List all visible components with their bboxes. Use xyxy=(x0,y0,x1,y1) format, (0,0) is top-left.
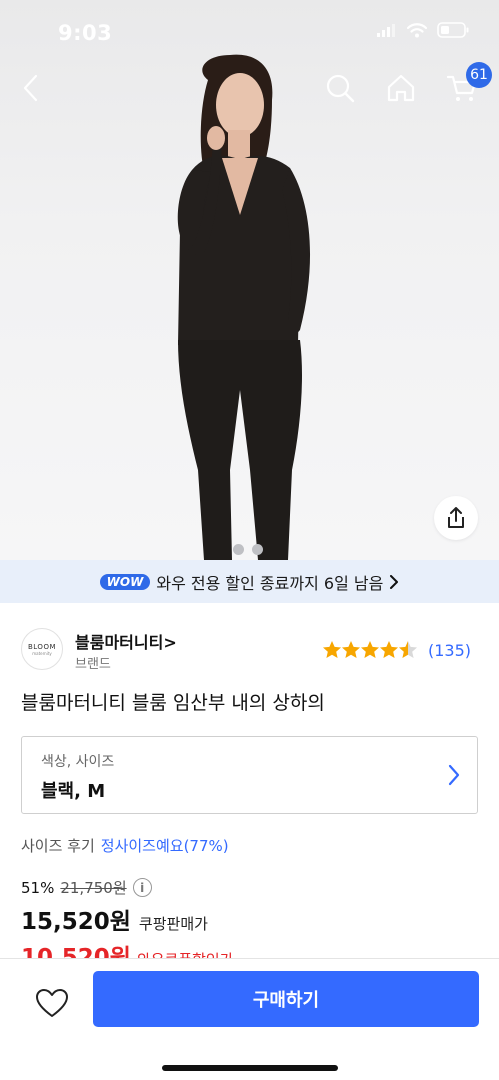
size-review[interactable]: 사이즈 후기 정사이즈예요(77%) xyxy=(21,835,229,856)
bottom-action-bar: 구매하기 xyxy=(0,958,499,1080)
home-indicator xyxy=(162,1065,338,1071)
brand-logo-text: BLOOM xyxy=(27,642,56,651)
back-icon xyxy=(23,74,38,102)
chevron-right-icon xyxy=(390,574,399,589)
search-button[interactable] xyxy=(320,68,360,108)
sale-price-label: 쿠팡판매가 xyxy=(138,915,208,933)
info-icon[interactable]: i xyxy=(132,878,152,897)
share-button[interactable] xyxy=(434,496,478,540)
star-icon xyxy=(323,641,341,658)
brand-name-link[interactable]: 블룸마터니티> xyxy=(75,629,177,653)
brand-logo[interactable]: BLOOM maternity xyxy=(21,628,63,670)
size-review-value: 정사이즈예요(77%) xyxy=(100,837,229,855)
star-icon xyxy=(342,641,360,658)
rating[interactable]: (135) xyxy=(322,640,471,660)
wifi-icon xyxy=(407,22,427,37)
pagination-dot[interactable] xyxy=(233,544,244,555)
discount-rate: 51% xyxy=(21,878,55,897)
status-time: 9:03 xyxy=(58,21,113,45)
wow-banner-text: 와우 전용 할인 종료까지 6일 남음 xyxy=(156,573,384,593)
sale-price: 15,520원 xyxy=(21,909,131,935)
option-value: 블랙, M xyxy=(41,781,106,802)
cart-count-badge: 61 xyxy=(466,62,492,88)
back-button[interactable] xyxy=(10,68,50,108)
heart-icon xyxy=(36,989,68,1017)
sale-price-row: 15,520원 쿠팡판매가 xyxy=(21,902,208,936)
wow-badge: WOW xyxy=(99,573,151,590)
cart-button[interactable]: 61 xyxy=(442,62,492,108)
share-icon xyxy=(448,507,464,528)
status-bar: 9:03 xyxy=(0,0,499,64)
home-button[interactable] xyxy=(381,68,421,108)
star-rating xyxy=(323,641,417,658)
option-selector[interactable]: 색상, 사이즈 블랙, M xyxy=(21,736,478,814)
wow-discount-banner[interactable]: WOW 와우 전용 할인 종료까지 6일 남음 xyxy=(0,560,499,603)
original-price: 21,750원 xyxy=(60,879,127,897)
star-icon xyxy=(380,641,398,658)
wishlist-button[interactable] xyxy=(30,981,74,1025)
buy-button[interactable]: 구매하기 xyxy=(93,971,479,1027)
pagination-dot[interactable] xyxy=(252,544,263,555)
discount-row: 51% 21,750원 i xyxy=(21,877,152,898)
option-label: 색상, 사이즈 xyxy=(41,754,115,770)
battery-icon xyxy=(437,22,469,38)
star-icon xyxy=(361,641,379,658)
product-title: 블룸마터니티 블룸 임산부 내의 상하의 xyxy=(21,692,325,714)
size-review-label: 사이즈 후기 xyxy=(21,837,95,855)
image-pagination xyxy=(233,544,263,555)
chevron-right-icon xyxy=(448,764,460,786)
signal-icon xyxy=(377,24,395,37)
review-count[interactable]: (135) xyxy=(428,641,471,660)
brand-label: 브랜드 xyxy=(75,657,111,672)
brand-name: 블룸마터니티 xyxy=(75,633,164,652)
brand-arrow: > xyxy=(163,633,177,652)
brand-logo-subtext: maternity xyxy=(32,650,52,656)
star-half-icon xyxy=(399,641,417,658)
search-icon xyxy=(326,74,355,103)
home-icon xyxy=(387,74,415,102)
top-navigation: 61 xyxy=(0,62,499,116)
